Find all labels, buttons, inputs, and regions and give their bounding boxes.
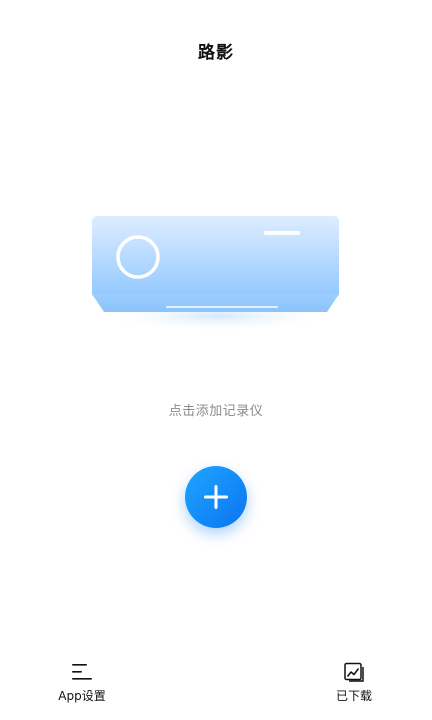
add-recorder-hint: 点击添加记录仪 [168,404,264,419]
nav-app-settings-label: App设置 [58,689,106,703]
nav-app-settings[interactable]: App设置 [42,660,122,704]
menu-icon [72,664,92,680]
projector-device-illustration [86,200,348,340]
add-recorder-button[interactable] [185,466,247,528]
nav-downloaded[interactable]: 已下载 [314,660,394,704]
page-title: 路影 [198,43,234,63]
nav-downloaded-label: 已下载 [335,689,372,703]
gallery-icon [344,662,364,682]
plus-icon [204,485,228,509]
bottom-navigation: App设置 已下载 [0,640,432,720]
